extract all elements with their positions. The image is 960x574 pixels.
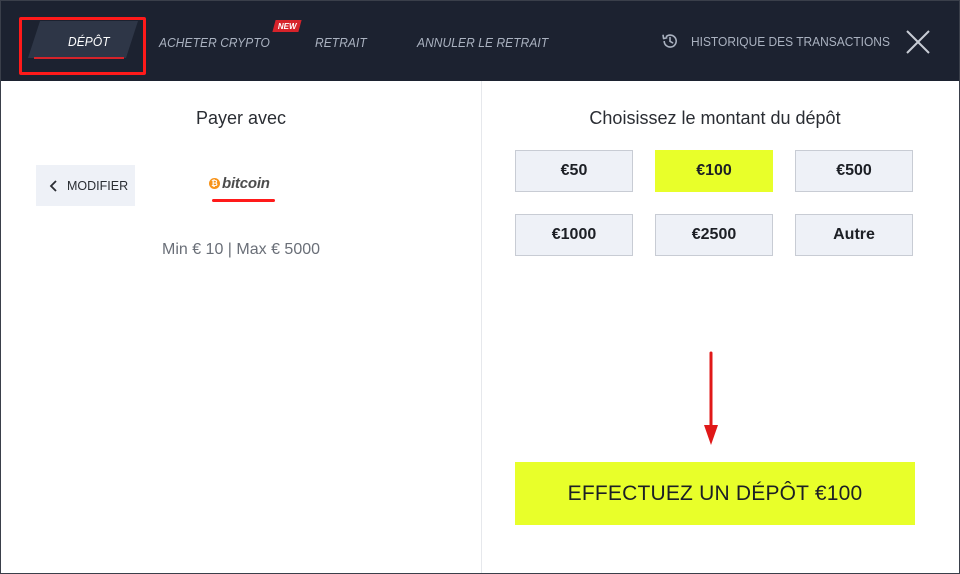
close-icon <box>906 30 930 54</box>
bitcoin-logo: ₿ bitcoin <box>209 175 270 192</box>
bitcoin-coin-icon: ₿ <box>209 178 220 189</box>
history-label: HISTORIQUE DES TRANSACTIONS <box>691 33 890 49</box>
amount-option-50[interactable]: €50 <box>515 150 633 192</box>
tab-buy-crypto[interactable]: ACHETER CRYPTO <box>159 35 270 50</box>
bitcoin-logo-text: bitcoin <box>222 175 270 192</box>
tab-withdraw[interactable]: RETRAIT <box>315 35 367 50</box>
chevron-left-icon <box>49 179 57 192</box>
make-deposit-button[interactable]: EFFECTUEZ UN DÉPÔT €100 <box>515 462 915 525</box>
amount-option-500[interactable]: €500 <box>795 150 913 192</box>
transaction-history-link[interactable]: HISTORIQUE DES TRANSACTIONS <box>661 31 907 51</box>
annotation-highlight-box <box>19 17 146 75</box>
panel-divider <box>481 81 482 573</box>
amount-option-other[interactable]: Autre <box>795 214 913 256</box>
payment-method-title: Payer avec <box>195 108 287 128</box>
deposit-modal: DÉPÔT ACHETER CRYPTO NEW RETRAIT ANNULER… <box>0 0 960 574</box>
new-badge-label: NEW <box>277 21 297 31</box>
amount-option-1000[interactable]: €1000 <box>515 214 633 256</box>
amount-option-2500[interactable]: €2500 <box>655 214 773 256</box>
modal-header: DÉPÔT ACHETER CRYPTO NEW RETRAIT ANNULER… <box>1 1 959 81</box>
modify-payment-button[interactable]: MODIFIER <box>36 165 135 206</box>
deposit-limits: Min € 10 | Max € 5000 <box>161 241 321 258</box>
amount-option-100[interactable]: €100 <box>655 150 773 192</box>
history-icon <box>662 34 677 48</box>
annotation-arrow-icon <box>704 351 718 445</box>
tab-cancel-withdraw[interactable]: ANNULER LE RETRAIT <box>417 35 548 50</box>
amount-title: Choisissez le montant du dépôt <box>589 108 841 128</box>
new-badge: NEW <box>272 20 302 32</box>
modify-label: MODIFIER <box>67 178 129 193</box>
annotation-underline <box>212 199 275 202</box>
close-button[interactable] <box>905 29 931 55</box>
